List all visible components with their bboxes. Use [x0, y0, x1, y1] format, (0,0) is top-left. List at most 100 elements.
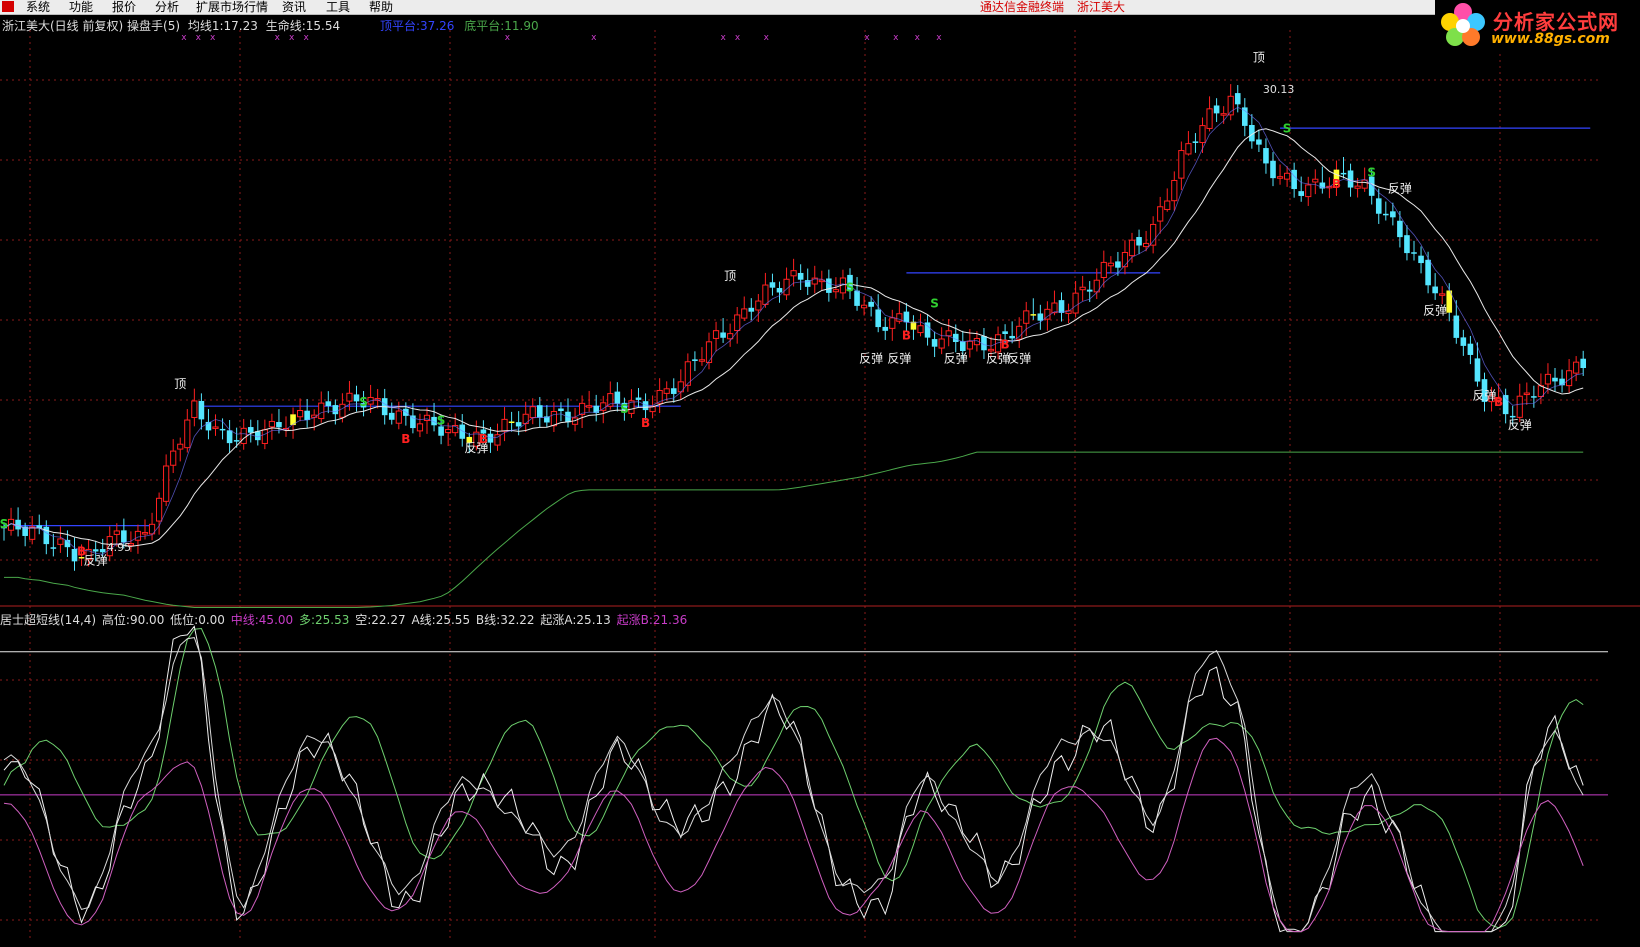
candle-body	[445, 429, 452, 434]
candle	[1065, 303, 1072, 324]
signal-marker: S	[437, 414, 446, 428]
top-x-marker: x	[275, 33, 281, 43]
candle	[163, 454, 170, 506]
candle	[558, 402, 564, 422]
top-x-marker: x	[289, 33, 295, 43]
candle	[240, 418, 247, 450]
top-x-marker: x	[303, 33, 309, 43]
candle-body	[1136, 237, 1142, 246]
candle-body	[1340, 172, 1347, 175]
candle-body	[247, 427, 254, 433]
osc-mid-label: 中线:	[230, 613, 259, 627]
osc-short-label: 空:	[355, 613, 372, 627]
osc-low-value: 0.00	[198, 613, 225, 627]
candle-body	[1418, 255, 1424, 264]
annotation-label: 反弹	[944, 352, 968, 366]
candle-body	[1256, 139, 1262, 145]
stock-title: 浙江美大(日线 前复权)	[2, 19, 124, 33]
candle	[233, 427, 240, 448]
ma1-label: 均线1:	[187, 19, 224, 33]
candle-body	[550, 411, 557, 427]
candle-body	[1150, 223, 1157, 246]
top-x-marker: x	[196, 33, 202, 43]
menu-extended-market[interactable]: 扩展市场行情	[196, 0, 268, 15]
life-line	[4, 451, 1584, 608]
osc-rise-b-label: 起涨B:	[616, 613, 653, 627]
candle-body	[945, 330, 952, 337]
candle	[1192, 133, 1199, 153]
candle-body	[1354, 185, 1361, 189]
osc-high-label: 高位:	[101, 613, 130, 627]
candle	[1319, 166, 1326, 194]
menu-news[interactable]: 资讯	[282, 0, 306, 15]
candle	[1390, 202, 1396, 226]
candle	[1305, 176, 1312, 206]
candle-body	[57, 538, 64, 545]
candle	[1072, 280, 1079, 318]
candle-body	[642, 401, 649, 411]
candle-body	[1523, 392, 1530, 396]
stock-chart[interactable]: 顶顶顶反弹反弹反弹 反弹 反弹 反弹反弹反弹反弹反弹反弹SSSSSSSSBB BBBBB…	[0, 0, 1640, 947]
candle	[1079, 275, 1086, 302]
candle-body	[1383, 213, 1389, 216]
candle-body	[670, 388, 677, 394]
osc-long-line	[3, 627, 1584, 929]
candle	[1383, 201, 1389, 221]
candle	[656, 378, 663, 414]
candle-body	[917, 325, 924, 334]
candle	[423, 407, 431, 434]
candle-body	[529, 406, 536, 419]
candle-body	[1559, 378, 1565, 386]
candle	[1206, 96, 1213, 132]
candle-body	[1037, 313, 1044, 321]
menu-help[interactable]: 帮助	[369, 0, 393, 15]
candle-body	[1432, 286, 1438, 294]
candle-body	[1128, 239, 1136, 257]
candle	[692, 351, 698, 372]
candle-body	[776, 288, 783, 293]
candle-body	[1544, 373, 1552, 385]
candle	[191, 388, 198, 427]
candle	[712, 321, 720, 352]
candle-body	[508, 421, 515, 424]
signal-marker: B	[1494, 395, 1503, 409]
signal-marker: B	[1332, 177, 1341, 191]
menu-tools[interactable]: 工具	[326, 0, 350, 15]
platform-header: 顶平台:37.26 底平台:11.90	[380, 17, 539, 34]
candle	[769, 273, 776, 296]
osc-b-value: 32.22	[500, 613, 535, 627]
candle-body	[1178, 150, 1185, 179]
candle	[7, 507, 15, 536]
candle-body	[1312, 178, 1319, 183]
menu-analysis[interactable]: 分析	[155, 0, 179, 15]
top-x-marker: x	[181, 33, 187, 43]
osc-long-value: 25.53	[315, 613, 350, 627]
candle	[1276, 164, 1284, 185]
annotation-label: 顶	[724, 269, 736, 283]
candle	[748, 298, 755, 321]
candle	[938, 327, 945, 355]
candle-body	[1206, 108, 1213, 129]
candle-body	[832, 289, 839, 293]
candle	[1531, 385, 1537, 408]
candle-body	[410, 415, 416, 429]
candle	[924, 314, 931, 346]
candle-body	[748, 307, 755, 312]
candle-body	[1157, 206, 1164, 222]
candle	[727, 323, 734, 347]
candle	[212, 414, 219, 436]
candle-body	[663, 388, 670, 394]
menu-function[interactable]: 功能	[69, 0, 93, 15]
candle	[1115, 251, 1121, 276]
candle-body	[903, 311, 910, 323]
candle-body	[141, 532, 149, 535]
menu-system[interactable]: 系统	[26, 0, 50, 15]
candle	[452, 413, 459, 437]
candle	[1227, 84, 1234, 121]
top-x-marker: x	[721, 33, 727, 43]
candle	[226, 420, 233, 453]
menu-quote[interactable]: 报价	[112, 0, 136, 15]
candlestick-series[interactable]	[1, 84, 1586, 571]
candle	[1432, 273, 1438, 300]
candle	[50, 533, 57, 557]
